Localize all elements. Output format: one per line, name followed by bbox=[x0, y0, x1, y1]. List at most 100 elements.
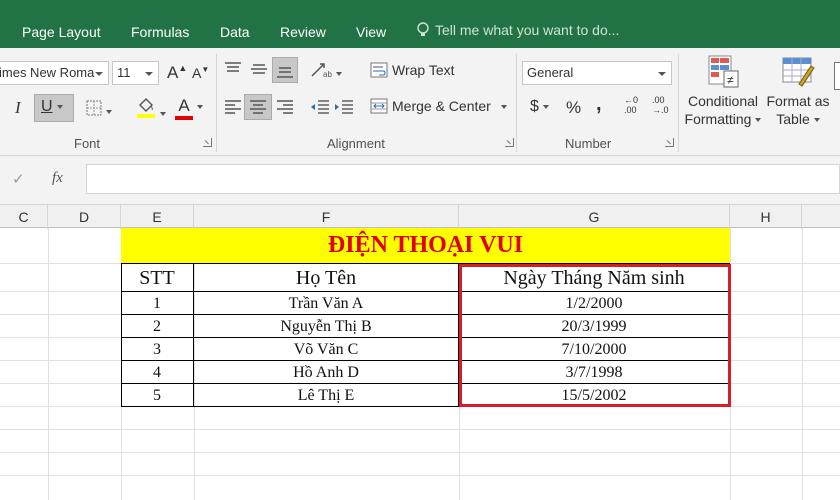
column-header-f[interactable]: F bbox=[194, 205, 459, 229]
column-header-h[interactable]: H bbox=[730, 205, 802, 229]
merge-center-button[interactable]: Merge & Center bbox=[370, 98, 507, 114]
wrap-text-icon bbox=[370, 62, 388, 78]
group-separator bbox=[216, 54, 217, 152]
table-cell-name[interactable]: Võ Văn C bbox=[194, 338, 459, 361]
alignment-dialog-launcher[interactable] bbox=[505, 138, 514, 147]
table-cell-stt[interactable]: 4 bbox=[121, 361, 194, 384]
sheet-title-cell[interactable]: ĐIỆN THOẠI VUI bbox=[121, 228, 730, 263]
increase-indent-button[interactable] bbox=[334, 100, 354, 117]
align-center-icon bbox=[250, 100, 266, 114]
table-cell-dob[interactable]: 20/3/1999 bbox=[459, 315, 730, 338]
align-bottom-icon bbox=[277, 67, 293, 78]
group-separator bbox=[516, 54, 517, 152]
gridline bbox=[0, 452, 840, 453]
chevron-down-icon bbox=[56, 104, 63, 109]
chevron-down-icon bbox=[755, 118, 762, 123]
italic-button[interactable]: I bbox=[15, 98, 21, 118]
column-header-d[interactable]: D bbox=[48, 205, 121, 229]
tab-formulas[interactable]: Formulas bbox=[131, 24, 189, 40]
decrease-decimal-button[interactable]: .00 →.0 bbox=[652, 95, 669, 115]
chevron-down-icon bbox=[500, 105, 507, 110]
increase-decimal-bottom: .00 bbox=[624, 105, 637, 115]
tab-review[interactable]: Review bbox=[280, 24, 326, 40]
font-dialog-launcher[interactable] bbox=[203, 138, 212, 147]
grow-font-button[interactable]: A▲ bbox=[167, 63, 187, 83]
font-name-combo[interactable]: imes New Roma bbox=[0, 61, 109, 85]
wrap-text-button[interactable]: Wrap Text bbox=[370, 62, 455, 78]
chevron-down-icon bbox=[197, 105, 203, 110]
decrease-indent-button[interactable] bbox=[310, 100, 330, 117]
format-as-table-icon bbox=[782, 57, 815, 87]
tab-page-layout[interactable]: Page Layout bbox=[22, 24, 101, 40]
header-ngay-sinh[interactable]: Ngày Tháng Năm sinh bbox=[459, 264, 730, 292]
format-as-table-button[interactable]: Format as Table bbox=[766, 52, 830, 132]
table-cell-name[interactable]: Lê Thị E bbox=[194, 384, 459, 407]
orientation-button[interactable]: ab bbox=[310, 62, 342, 81]
table-cell-name[interactable]: Hồ Anh D bbox=[194, 361, 459, 384]
insert-function-button[interactable]: fx bbox=[52, 170, 63, 187]
number-format-combo[interactable]: General bbox=[522, 61, 672, 85]
number-dialog-launcher[interactable] bbox=[665, 138, 674, 147]
conditional-formatting-button[interactable]: ≠ Conditional Formatting bbox=[682, 52, 764, 132]
enter-check-icon[interactable]: ✓ bbox=[12, 170, 25, 188]
font-size-value: 11 bbox=[117, 65, 131, 80]
gridline bbox=[802, 228, 803, 500]
comma-style-button[interactable]: , bbox=[596, 93, 602, 116]
table-cell-stt[interactable]: 2 bbox=[121, 315, 194, 338]
ribbon-tab-bar: Page Layout Formulas Data Review View Te… bbox=[0, 0, 840, 48]
chevron-down-icon bbox=[95, 72, 103, 76]
tab-data[interactable]: Data bbox=[220, 24, 250, 40]
align-right-button[interactable] bbox=[276, 100, 294, 117]
font-name-value: imes New Roma bbox=[0, 65, 95, 80]
font-group-label: Font bbox=[74, 136, 101, 151]
tell-me-box[interactable]: Tell me what you want to do... bbox=[416, 22, 619, 38]
font-size-combo[interactable]: 11 bbox=[112, 61, 159, 85]
shrink-font-button[interactable]: A▼ bbox=[192, 65, 209, 81]
format-as-table-line2-wrap: Table bbox=[766, 110, 830, 128]
align-right-icon bbox=[277, 100, 293, 114]
align-left-icon bbox=[225, 100, 241, 114]
table-cell-stt[interactable]: 3 bbox=[121, 338, 194, 361]
lightbulb-icon bbox=[417, 22, 429, 36]
gridline bbox=[48, 228, 49, 500]
top-align-button[interactable] bbox=[224, 62, 242, 79]
cell-styles-button-edge[interactable] bbox=[834, 62, 840, 90]
increase-decimal-button[interactable]: ←0 .00 bbox=[624, 95, 638, 115]
fill-color-button[interactable] bbox=[136, 96, 166, 121]
align-center-button[interactable] bbox=[244, 94, 272, 120]
table-cell-stt[interactable]: 1 bbox=[121, 292, 194, 315]
table-cell-name[interactable]: Trần Văn A bbox=[194, 292, 459, 315]
conditional-formatting-line2-wrap: Formatting bbox=[682, 110, 764, 128]
gridline bbox=[730, 228, 731, 500]
column-header-e[interactable]: E bbox=[121, 205, 194, 229]
svg-text:≠: ≠ bbox=[727, 73, 734, 87]
currency-button[interactable]: $ bbox=[530, 98, 549, 116]
column-header-c[interactable]: C bbox=[0, 205, 48, 229]
table-cell-dob[interactable]: 15/5/2002 bbox=[459, 384, 730, 407]
excel-window: Page Layout Formulas Data Review View Te… bbox=[0, 0, 840, 500]
middle-align-button[interactable] bbox=[250, 62, 268, 79]
bottom-align-button[interactable] bbox=[272, 57, 298, 83]
percent-button[interactable]: % bbox=[566, 98, 581, 118]
tab-view[interactable]: View bbox=[356, 24, 386, 40]
table-cell-dob[interactable]: 7/10/2000 bbox=[459, 338, 730, 361]
conditional-formatting-icon: ≠ bbox=[708, 55, 739, 88]
increase-decimal-top: ←0 bbox=[624, 95, 639, 105]
ribbon: imes New Roma 11 A▲ A▼ I U A Font ab Wra… bbox=[0, 48, 840, 156]
align-left-button[interactable] bbox=[224, 100, 242, 117]
header-stt[interactable]: STT bbox=[121, 264, 194, 292]
font-color-letter: A bbox=[178, 96, 190, 115]
up-arrow-icon: ▲ bbox=[178, 63, 188, 73]
column-header-g[interactable]: G bbox=[459, 205, 730, 229]
formula-input[interactable] bbox=[86, 164, 840, 194]
worksheet-grid[interactable]: ĐIỆN THOẠI VUI STT Họ Tên Ngày Tháng Năm… bbox=[0, 228, 840, 500]
table-cell-dob[interactable]: 3/7/1998 bbox=[459, 361, 730, 384]
table-cell-name[interactable]: Nguyễn Thị B bbox=[194, 315, 459, 338]
header-ho-ten[interactable]: Họ Tên bbox=[194, 264, 459, 292]
down-arrow-icon: ▼ bbox=[201, 65, 210, 74]
underline-button[interactable]: U bbox=[34, 94, 74, 122]
font-color-button[interactable]: A bbox=[175, 96, 203, 120]
table-cell-stt[interactable]: 5 bbox=[121, 384, 194, 407]
borders-button[interactable] bbox=[86, 100, 112, 119]
table-cell-dob[interactable]: 1/2/2000 bbox=[459, 292, 730, 315]
